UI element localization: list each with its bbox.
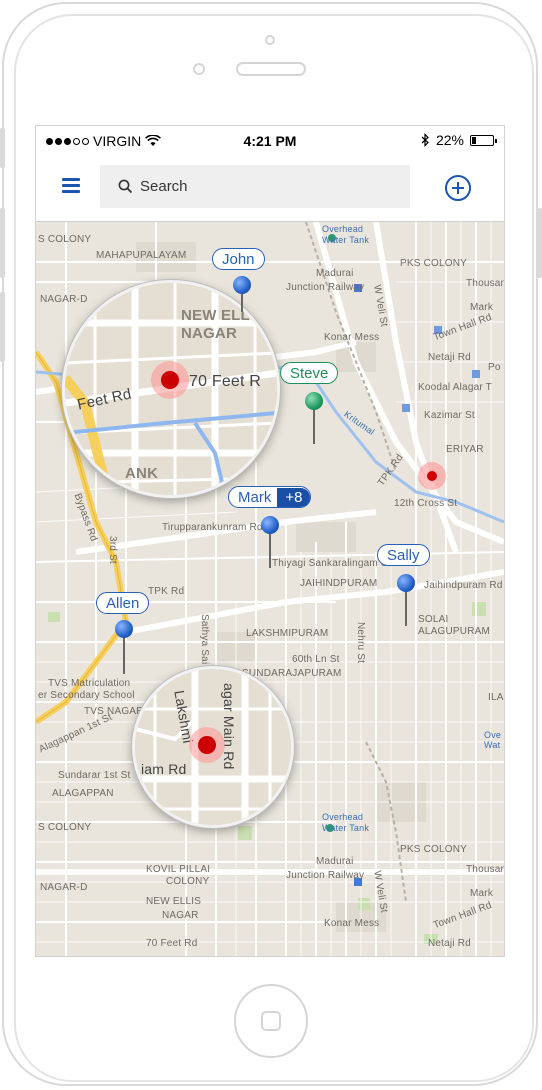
search-icon — [118, 179, 133, 194]
proximity-sensor — [193, 63, 205, 75]
status-right: 22% — [421, 132, 497, 148]
pin-stick-mark — [269, 532, 271, 568]
battery-percent: 22% — [435, 132, 464, 148]
map-view[interactable]: S COLONY MAHAPUPALAYAM NAGAR-D Overhead … — [36, 222, 504, 956]
location-marker-periyar-center — [427, 471, 437, 481]
map-label-colony: COLONY — [166, 876, 210, 887]
map-label-jaihind-rd: Jaihindpuram Rd — [424, 580, 503, 591]
map-label-alagappan-nagar: ALAGAPPAN — [52, 788, 114, 799]
hamburger-menu-icon[interactable] — [62, 178, 80, 193]
map-label-overhead-2: Overhead — [322, 812, 364, 822]
map-label-tvs-matric: TVS Matriculation — [48, 678, 131, 689]
map-label-s-colony: S COLONY — [38, 234, 92, 245]
map-label-s-colony-2: S COLONY — [38, 822, 92, 833]
map-label-pks-colony: PKS COLONY — [400, 258, 468, 269]
zoom-lens-top[interactable]: NEW ELLI NAGAR 70 Feet R Feet Rd ANK — [62, 280, 280, 498]
status-bar: VIRGIN 4:21 PM 22% — [36, 126, 504, 156]
pin-label-steve[interactable]: Steve — [280, 362, 339, 384]
map-label-wat: Wat — [484, 740, 501, 750]
map-label-nagar-d-2: NAGAR-D — [40, 882, 88, 893]
map-label-sundarar-1st: Sundarar 1st St — [58, 770, 131, 781]
bluetooth-icon — [421, 133, 429, 147]
map-label-nehru-st: Nehru St — [355, 622, 366, 664]
map-label-70-feet: 70 Feet Rd — [146, 938, 198, 949]
map-label-koodal: Koodal Alagar T — [418, 382, 492, 393]
map-label-ilai: ILAI — [488, 692, 504, 703]
map-label-market-2: Mark — [470, 888, 494, 899]
location-marker-bottom-center — [198, 736, 216, 754]
app-screen: VIRGIN 4:21 PM 22% Search S COLONY MAHAP… — [35, 125, 505, 957]
pin-cluster-count[interactable]: +8 — [277, 488, 311, 507]
map-label-overhead: Overhead — [322, 224, 364, 234]
search-input[interactable] — [140, 165, 400, 208]
map-label-mahapupalayam: MAHAPUPALAYAM — [96, 250, 187, 261]
map-label-madurai-2: Madurai — [316, 856, 354, 867]
home-button[interactable] — [234, 984, 308, 1058]
map-label-konar-mess: Konar Mess — [324, 332, 380, 343]
pin-head-sally[interactable] — [397, 574, 415, 592]
app-toolbar — [36, 156, 504, 222]
home-button-square-icon — [261, 1011, 281, 1031]
map-label-tirupparankunram: Tirupparankunram Rd — [162, 522, 263, 533]
zoom-label-ank: ANK — [125, 465, 159, 482]
pin-label-allen[interactable]: Allen — [96, 592, 150, 614]
map-label-secondary-school: er Secondary School — [38, 690, 135, 701]
map-label-pks-colony-2: PKS COLONY — [400, 844, 468, 855]
map-label-nagar: NAGAR — [162, 910, 199, 921]
map-label-periyar: ERIYAR — [446, 444, 484, 455]
pin-label-mark-name: Mark — [238, 489, 272, 506]
map-label-thousand-2: Thousan — [466, 864, 504, 875]
map-label-jaihindpuram: JAIHINDPURAM — [300, 578, 378, 589]
map-label-water-tank-2: Water Tank — [322, 823, 370, 833]
map-label-madurai: Madurai — [316, 268, 354, 279]
map-label-new-ellis: NEW ELLIS — [146, 896, 202, 907]
zoom-label-new-ellis: NEW ELLI — [181, 307, 255, 324]
side-button-power — [537, 208, 542, 278]
pin-label-sally[interactable]: Sally — [377, 544, 430, 566]
map-label-3rd-st: 3rd St — [107, 536, 118, 564]
map-label-water-tank: Water Tank — [322, 235, 370, 245]
battery-icon — [470, 134, 497, 146]
map-label-junction-railway-2: Junction Railway — [286, 870, 365, 881]
map-label-solai: SOLAI — [418, 614, 449, 625]
pin-head-allen[interactable] — [115, 620, 133, 638]
map-label-60th-ln: 60th Ln St — [292, 654, 340, 665]
map-label-kazimar: Kazimar St — [424, 410, 475, 421]
map-label-po: Po — [488, 362, 501, 373]
pin-stick-allen — [123, 636, 125, 674]
side-button-volume-down — [0, 292, 5, 362]
pin-head-john[interactable] — [233, 276, 251, 294]
zoom-lens-bottom[interactable]: agar Main Rd Lakshmi iam Rd — [132, 666, 294, 828]
zoom-label-iam-rd: iam Rd — [141, 761, 187, 777]
map-label-alagupuram: ALAGUPURAM — [418, 626, 491, 637]
side-button-mute — [0, 128, 5, 168]
front-camera — [265, 35, 275, 45]
map-label-tpk-rd-west: TPK Rd — [148, 586, 185, 597]
pin-label-mark[interactable]: Mark +8 — [228, 486, 312, 508]
map-label-thiyagi: Thiyagi Sankaralingam St — [272, 558, 391, 569]
pin-head-mark[interactable] — [261, 516, 279, 534]
pin-stick-steve — [313, 408, 315, 444]
map-label-thousand: Thousan — [466, 278, 504, 289]
pin-label-john[interactable]: John — [212, 248, 265, 270]
map-label-12th-cross: 12th Cross St — [394, 498, 458, 509]
map-label-konar-mess-2: Konar Mess — [324, 918, 380, 929]
search-bar[interactable] — [100, 165, 410, 208]
map-label-kovil-pillai: KOVIL PILLAI — [146, 864, 211, 875]
map-label-netaji-2: Netaji Rd — [428, 938, 471, 949]
location-marker-top-center — [161, 371, 179, 389]
zoom-label-agar-main: agar Main Rd — [221, 683, 237, 770]
map-label-netaji: Netaji Rd — [428, 352, 471, 363]
pin-stick-sally — [405, 590, 407, 626]
map-label-junction-railway: Junction Railway — [286, 282, 365, 293]
earpiece-speaker — [236, 62, 306, 76]
side-button-volume-up — [0, 208, 5, 278]
zoom-label-nagar: NAGAR — [181, 325, 237, 342]
map-label-lakshmipuram: LAKSHMIPURAM — [246, 628, 329, 639]
add-circle-icon[interactable] — [445, 175, 471, 201]
zoom-label-70-feet: 70 Feet R — [189, 373, 262, 390]
pin-head-steve[interactable] — [305, 392, 323, 410]
map-label-ove: Ove — [484, 730, 502, 740]
